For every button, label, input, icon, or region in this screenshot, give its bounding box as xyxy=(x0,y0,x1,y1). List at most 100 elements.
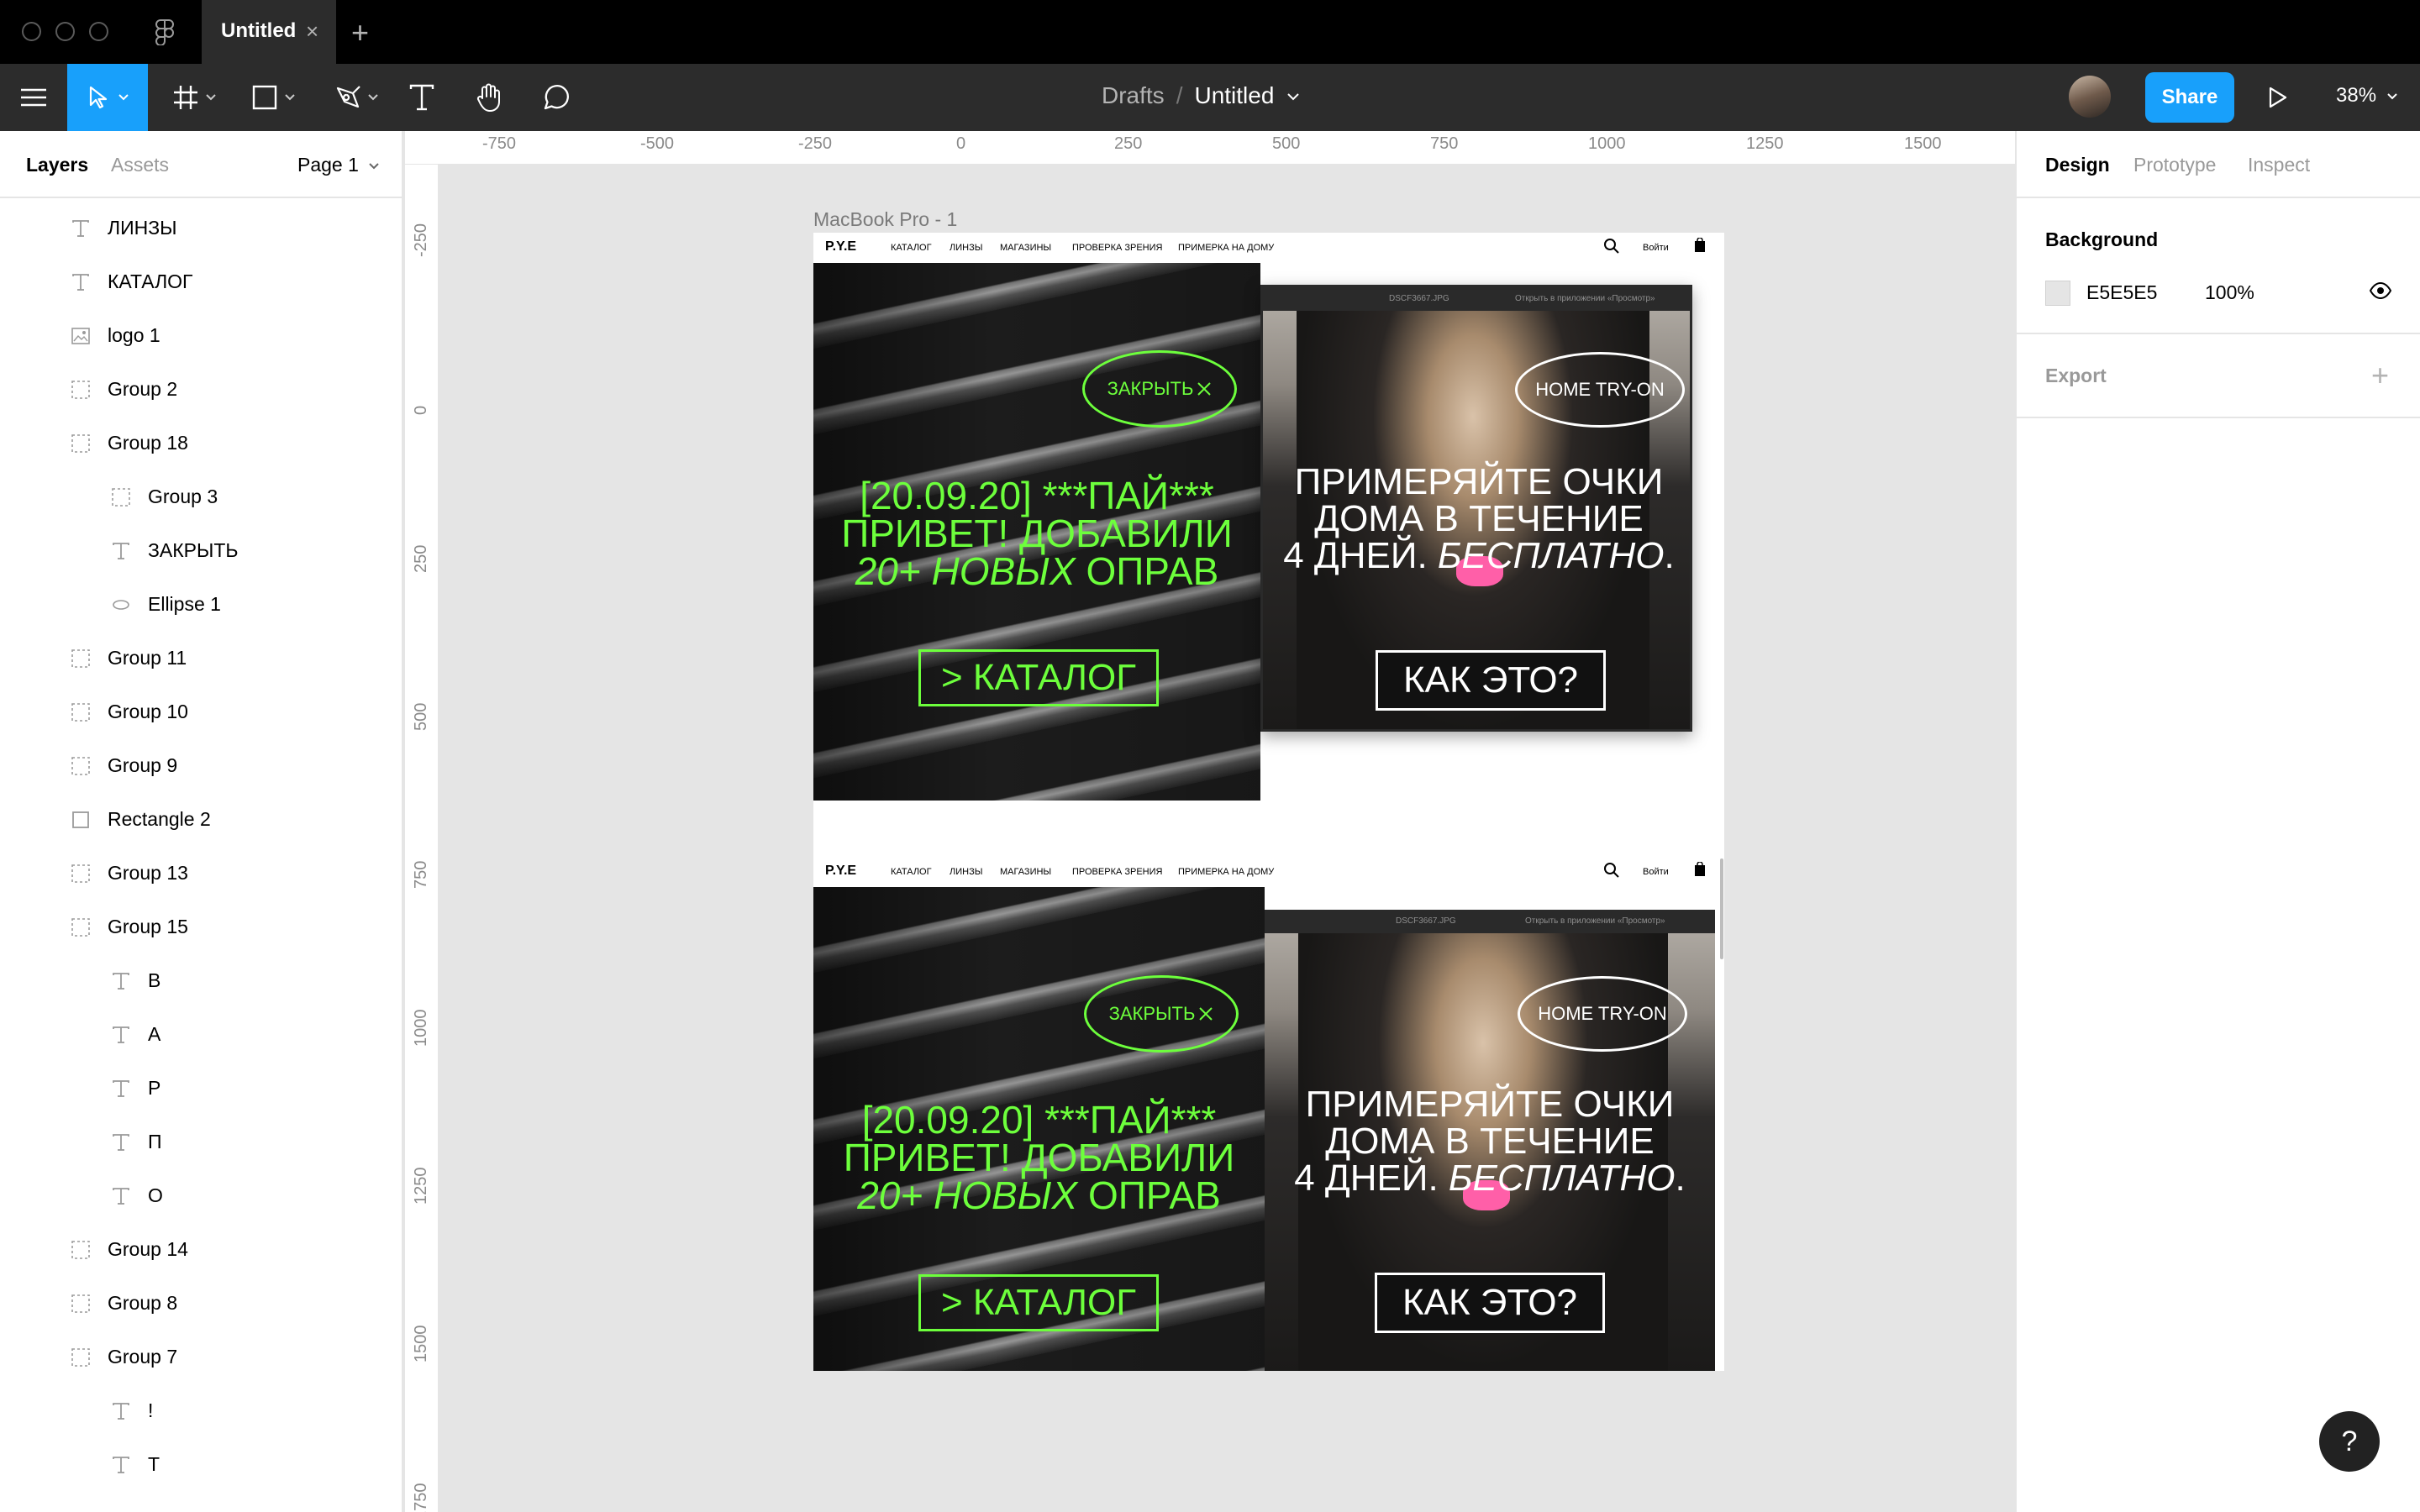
window-minimize-dot[interactable] xyxy=(55,22,75,41)
layer-row[interactable]: Group 10 xyxy=(0,685,402,739)
catalog-button: > КАТАЛОГ xyxy=(918,1274,1159,1331)
vertical-ruler: -250 0 250 500 750 1000 1250 1500 1750 xyxy=(405,165,439,1512)
layer-row[interactable]: Group 14 xyxy=(0,1223,402,1277)
window-zoom-dot[interactable] xyxy=(89,22,108,41)
layer-row[interactable]: Rectangle 2 xyxy=(0,793,402,847)
help-button[interactable]: ? xyxy=(2319,1411,2380,1472)
layer-row[interactable]: Group 8 xyxy=(0,1277,402,1331)
layer-row[interactable]: Group 13 xyxy=(0,847,402,900)
close-pill-label: ЗАКРЫТЬ xyxy=(1108,1003,1196,1024)
text-layer-icon xyxy=(111,1025,131,1045)
layer-row[interactable]: Group 3 xyxy=(0,470,402,524)
try-on-free: БЕСПЛАТНО xyxy=(1448,1158,1676,1199)
present-play-icon[interactable] xyxy=(2267,86,2289,109)
group-layer-icon xyxy=(71,433,91,454)
layer-name: Group 11 xyxy=(108,647,187,669)
nav-item-lenses: ЛИНЗЫ xyxy=(950,867,983,877)
frame-label[interactable]: MacBook Pro - 1 xyxy=(813,208,957,231)
layer-row[interactable]: П xyxy=(0,1116,402,1169)
group-layer-icon xyxy=(71,1240,91,1260)
export-title: Export xyxy=(2045,365,2107,386)
window-close-dot[interactable] xyxy=(22,22,41,41)
layer-row[interactable]: О xyxy=(0,1169,402,1223)
layer-row[interactable]: ! xyxy=(0,1384,402,1438)
group-layer-icon xyxy=(71,380,91,400)
layer-name: Rectangle 2 xyxy=(108,808,211,830)
eye-visibility-icon[interactable] xyxy=(2370,282,2391,299)
move-tool-button[interactable] xyxy=(67,64,148,131)
layer-row[interactable]: А xyxy=(0,1008,402,1062)
try-on-days: 4 ДНЕЙ. xyxy=(1283,535,1428,576)
user-avatar[interactable] xyxy=(2069,76,2111,118)
title-bar: Untitled × + xyxy=(0,0,2420,64)
zoom-level: 38% xyxy=(2336,84,2377,107)
tab-prototype[interactable]: Prototype xyxy=(2133,154,2216,176)
text-tool-button[interactable] xyxy=(403,64,440,131)
document-tab[interactable]: Untitled × xyxy=(202,0,336,64)
shape-tool-button[interactable] xyxy=(244,64,302,131)
main-menu-button[interactable] xyxy=(0,64,67,131)
hand-tool-button[interactable] xyxy=(471,64,508,131)
new-tab-plus-icon[interactable]: + xyxy=(351,15,369,50)
tab-layers[interactable]: Layers xyxy=(26,154,88,176)
layer-row[interactable]: ЗАКРЫТЬ xyxy=(0,524,402,578)
layer-name: О xyxy=(148,1184,163,1206)
frame-scrollbar[interactable] xyxy=(1720,858,1723,959)
background-hex-input[interactable]: E5E5E5 xyxy=(2086,281,2157,304)
how-it-works-button: КАК ЭТО? xyxy=(1376,650,1606,711)
background-color-swatch[interactable] xyxy=(2045,281,2070,306)
ruler-tick-label: 750 xyxy=(412,860,430,889)
text-layer-icon xyxy=(111,1401,131,1421)
close-pill: ЗАКРЫТЬ xyxy=(1084,975,1239,1053)
tab-close-icon[interactable]: × xyxy=(306,18,318,45)
background-opacity-input[interactable]: 100% xyxy=(2205,281,2254,304)
comment-tool-button[interactable] xyxy=(538,64,575,131)
text-t-icon xyxy=(409,84,434,111)
page-selector[interactable]: Page 1 xyxy=(297,154,380,176)
figma-logo-icon[interactable] xyxy=(155,18,175,45)
layer-row[interactable]: Group 15 xyxy=(0,900,402,954)
ruler-tick-label: 0 xyxy=(956,134,966,153)
layer-row[interactable]: Т xyxy=(0,1438,402,1492)
layer-row[interactable]: Group 9 xyxy=(0,739,402,793)
frame-tool-button[interactable] xyxy=(165,64,224,131)
pen-tool-button[interactable] xyxy=(324,64,388,131)
text-layer-icon xyxy=(111,1186,131,1206)
layer-row[interactable]: Group 11 xyxy=(0,632,402,685)
text-layer-icon xyxy=(111,1455,131,1475)
zoom-menu[interactable]: 38% xyxy=(2336,84,2397,108)
layer-name: Group 9 xyxy=(108,754,178,776)
promo-count: 20+ xyxy=(857,1173,923,1217)
share-button[interactable]: Share xyxy=(2145,72,2234,123)
promo-frames: ОПРАВ xyxy=(1087,1173,1221,1217)
promo-line-1: [20.09.20] ***ПАЙ*** xyxy=(861,1098,1217,1142)
tab-design[interactable]: Design xyxy=(2045,154,2110,176)
layer-row[interactable]: Group 2 xyxy=(0,363,402,417)
layer-row[interactable]: Group 18 xyxy=(0,417,402,470)
layer-row[interactable]: Ellipse 1 xyxy=(0,578,402,632)
window-filename: DSCF3667.JPG xyxy=(1396,916,1456,926)
layer-row[interactable]: В xyxy=(0,954,402,1008)
add-export-plus-icon[interactable]: + xyxy=(2371,358,2389,393)
layer-row[interactable]: Р xyxy=(0,1062,402,1116)
layer-row[interactable]: ЛИНЗЫ xyxy=(0,202,402,255)
file-name-menu[interactable]: Untitled xyxy=(1194,82,1274,108)
ruler-tick-label: 1750 xyxy=(412,1483,430,1512)
group-layer-icon xyxy=(71,1294,91,1314)
layer-row[interactable]: Group 7 xyxy=(0,1331,402,1384)
macbook-frame[interactable]: P.Y.E КАТАЛОГ ЛИНЗЫ МАГАЗИНЫ ПРОВЕРКА ЗР… xyxy=(813,233,1724,1371)
tab-inspect[interactable]: Inspect xyxy=(2248,154,2310,176)
ruler-tick-label: 1000 xyxy=(1588,134,1626,153)
breadcrumb: Drafts / Untitled xyxy=(1102,82,1299,109)
promo-line-2: ПРИВЕТ! ДОБАВИЛИ xyxy=(841,512,1233,555)
breadcrumb-drafts-link[interactable]: Drafts xyxy=(1102,82,1165,108)
right-panel-tabs: Design Prototype Inspect xyxy=(2017,131,2420,198)
ruler-tick-label: 1250 xyxy=(1746,134,1784,153)
layer-row[interactable]: КАТАЛОГ xyxy=(0,255,402,309)
tab-assets[interactable]: Assets xyxy=(111,154,169,176)
layer-name: В xyxy=(148,969,161,991)
ruler-tick-label: 1000 xyxy=(412,1009,430,1047)
layer-row[interactable]: logo 1 xyxy=(0,309,402,363)
ruler-tick-label: 500 xyxy=(1272,134,1301,153)
chevron-down-icon[interactable] xyxy=(1287,93,1299,101)
